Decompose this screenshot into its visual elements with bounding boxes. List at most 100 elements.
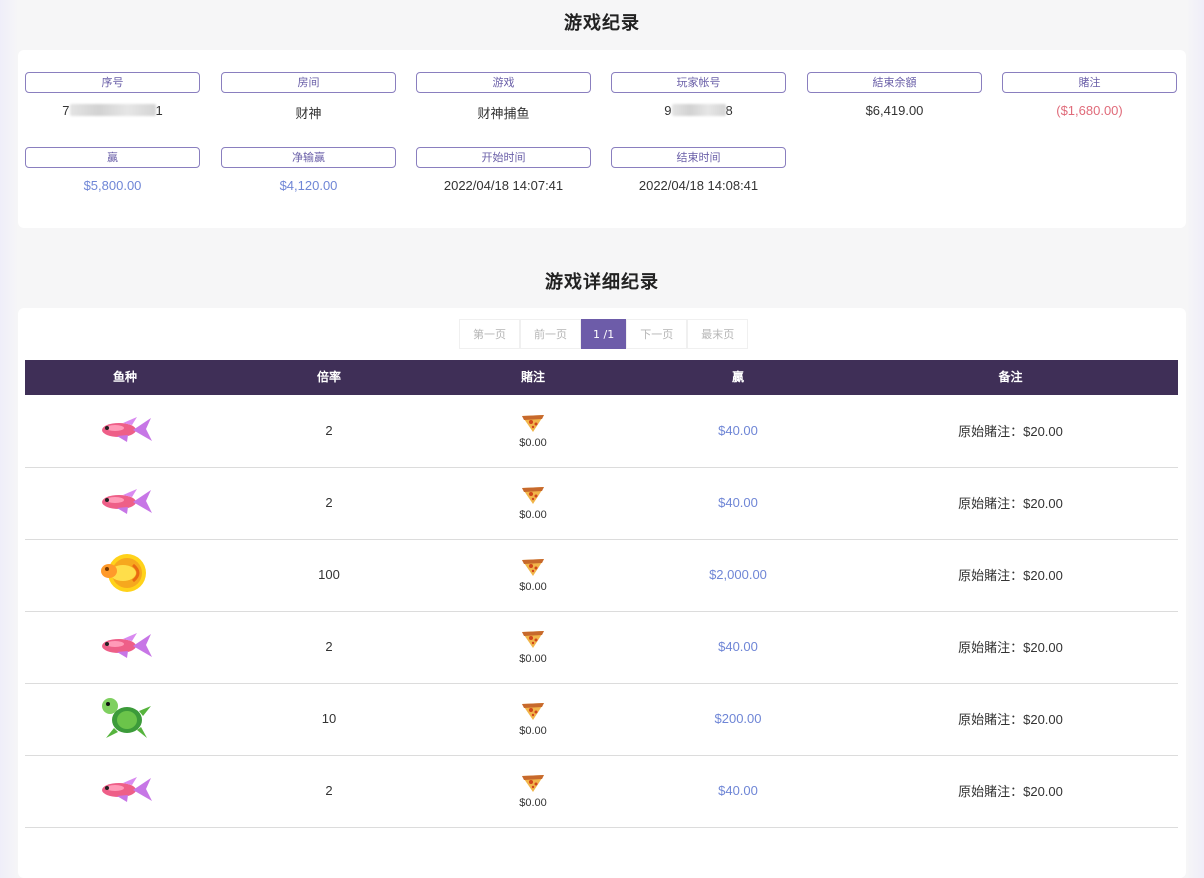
field-label: 玩家帐号: [611, 72, 786, 93]
win-cell: $40.00: [718, 783, 758, 798]
header-bet: 賭注: [520, 370, 545, 384]
field-end-time: 结束时间 2022/04/18 14:08:41: [611, 147, 786, 193]
fish-cell: [25, 683, 225, 754]
table-row: 2 $0.00 $40.00 原始賭注：$20.00: [25, 755, 1178, 828]
rate-cell: 2: [325, 783, 333, 798]
pink-fish-icon: [97, 414, 153, 447]
detail-title: 游戏详细纪录: [545, 272, 659, 293]
field-value: 财神捕鱼: [477, 106, 530, 121]
field-value: ($1,680.00): [1056, 103, 1123, 118]
fish-cell: [25, 755, 225, 826]
bet-value: $0.00: [519, 652, 547, 665]
field-room: 房间 财神: [221, 72, 396, 122]
win-cell: $2,000.00: [709, 567, 767, 582]
bet-chip-icon: [520, 485, 546, 508]
field-game: 游戏 财神捕鱼: [416, 72, 591, 122]
pager-last[interactable]: 最末页: [687, 319, 749, 349]
bet-value: $0.00: [519, 436, 547, 449]
table-header: 鱼种 倍率 賭注 贏 备注: [25, 360, 1178, 395]
remark-cell: 原始賭注：$20.00: [958, 496, 1063, 511]
table-row: 10 $0.00 $200.00 原始賭注：$20.00: [25, 683, 1178, 756]
pager-prev[interactable]: 前一页: [520, 319, 581, 349]
win-cell: $40.00: [718, 639, 758, 654]
remark-cell: 原始賭注：$20.00: [958, 640, 1063, 655]
remark-cell: 原始賭注：$20.00: [958, 784, 1063, 799]
bet-chip-icon: [520, 701, 546, 724]
fish-cell: [25, 611, 225, 682]
pink-fish-icon: [97, 774, 153, 807]
bet-chip-icon: [520, 413, 546, 436]
bet-cell: $0.00: [433, 395, 633, 466]
field-serial: 序号 71: [25, 72, 200, 118]
field-value: $4,120.00: [279, 178, 338, 193]
bet-cell: $0.00: [433, 539, 633, 610]
rate-cell: 100: [318, 567, 340, 582]
fish-cell: [25, 395, 225, 466]
field-label: 结束时间: [611, 147, 786, 168]
remark-cell: 原始賭注：$20.00: [958, 568, 1063, 583]
field-value: $6,419.00: [865, 103, 924, 118]
field-value: 2022/04/18 14:07:41: [443, 178, 564, 193]
rate-cell: 10: [321, 711, 337, 726]
field-label: 賭注: [1002, 72, 1177, 93]
field-label: 結束余額: [807, 72, 982, 93]
golden-fish-icon: [97, 551, 153, 598]
bet-cell: $0.00: [433, 467, 633, 538]
bet-value: $0.00: [519, 796, 547, 809]
field-label: 开始时间: [416, 147, 591, 168]
table-row: 2 $0.00 $40.00 原始賭注：$20.00: [25, 467, 1178, 540]
field-label: 贏: [25, 147, 200, 168]
field-value: 71: [25, 103, 200, 118]
remark-cell: 原始賭注：$20.00: [958, 424, 1063, 439]
table-row: 2 $0.00 $40.00 原始賭注：$20.00: [25, 611, 1178, 684]
field-value: $5,800.00: [83, 178, 142, 193]
account-prefix: 9: [664, 103, 672, 118]
win-cell: $40.00: [718, 495, 758, 510]
header-remark: 备注: [998, 370, 1023, 384]
record-info-grid: 序号 71 房间 财神 游戏 财神捕鱼 玩家帐号 98 結束余額 $6,419.…: [18, 50, 1186, 228]
bet-chip-icon: [520, 629, 546, 652]
header-fish: 鱼种: [112, 370, 137, 384]
fish-cell: [25, 539, 225, 610]
detail-card: 第一页 前一页 1 /1 下一页 最末页 鱼种 倍率 賭注 贏 备注 2 $0.0…: [18, 308, 1186, 878]
field-label: 房间: [221, 72, 396, 93]
masked-text: [69, 104, 156, 116]
bet-cell: $0.00: [433, 755, 633, 826]
pagination: 第一页 前一页 1 /1 下一页 最末页: [459, 319, 749, 349]
rate-cell: 2: [325, 639, 333, 654]
table-row: 2 $0.00 $40.00 原始賭注：$20.00: [25, 395, 1178, 468]
pager-current[interactable]: 1 /1: [581, 319, 627, 349]
pager-first[interactable]: 第一页: [459, 319, 520, 349]
bet-cell: $0.00: [433, 683, 633, 754]
serial-suffix: 1: [155, 103, 163, 118]
pager-next[interactable]: 下一页: [626, 319, 688, 349]
serial-prefix: 7: [62, 103, 70, 118]
bet-chip-icon: [520, 773, 546, 796]
bet-chip-icon: [520, 557, 546, 580]
field-start-time: 开始时间 2022/04/18 14:07:41: [416, 147, 591, 193]
win-cell: $40.00: [718, 423, 758, 438]
bet-cell: $0.00: [433, 611, 633, 682]
pink-fish-icon: [97, 630, 153, 663]
remark-cell: 原始賭注：$20.00: [958, 712, 1063, 727]
win-cell: $200.00: [714, 711, 762, 726]
bet-value: $0.00: [519, 508, 547, 521]
field-value: 财神: [295, 106, 322, 121]
pink-fish-icon: [97, 486, 153, 519]
field-end-balance: 結束余額 $6,419.00: [807, 72, 982, 118]
field-value: 98: [611, 103, 786, 118]
bet-value: $0.00: [519, 580, 547, 593]
field-label: 序号: [25, 72, 200, 93]
fish-cell: [25, 467, 225, 538]
record-card: 序号 71 房间 财神 游戏 财神捕鱼 玩家帐号 98 結束余額 $6,419.…: [18, 50, 1186, 228]
field-player-account: 玩家帐号 98: [611, 72, 786, 118]
account-suffix: 8: [725, 103, 733, 118]
header-win: 贏: [731, 370, 744, 384]
record-title: 游戏纪录: [564, 13, 640, 34]
field-label: 游戏: [416, 72, 591, 93]
field-bet: 賭注 ($1,680.00): [1002, 72, 1177, 118]
table-row: 100 $0.00 $2,000.00 原始賭注：$20.00: [25, 539, 1178, 612]
field-win: 贏 $5,800.00: [25, 147, 200, 193]
bet-value: $0.00: [519, 724, 547, 737]
field-value: 2022/04/18 14:08:41: [638, 178, 759, 193]
